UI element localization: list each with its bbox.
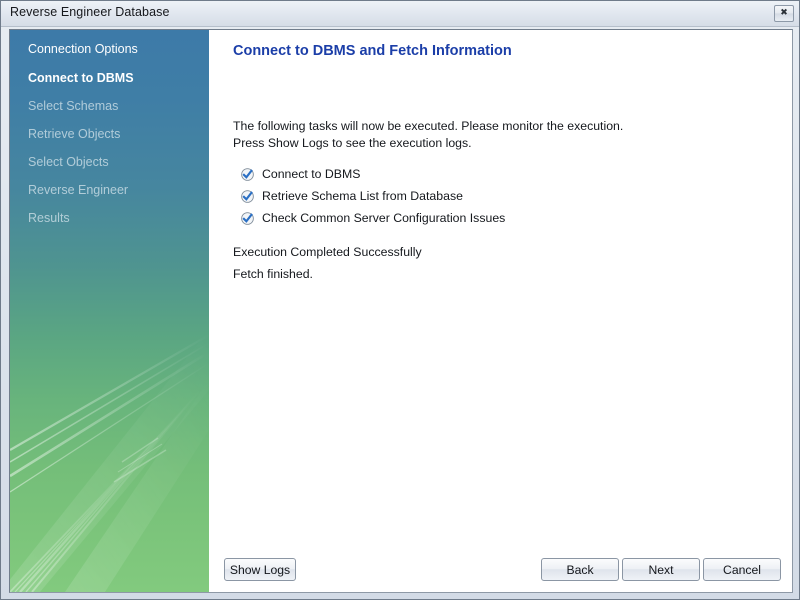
wizard-steps-sidebar: Connection Options Connect to DBMS Selec… (10, 30, 209, 592)
close-icon: ✖ (780, 8, 788, 18)
main-content-panel: Connect to DBMS and Fetch Information Th… (209, 30, 792, 592)
sidebar-item-retrieve-objects[interactable]: Retrieve Objects (28, 127, 203, 141)
sidebar-item-select-objects[interactable]: Select Objects (28, 155, 203, 169)
next-button[interactable]: Next (622, 558, 700, 581)
sidebar-item-select-schemas[interactable]: Select Schemas (28, 99, 203, 113)
description-line-1: The following tasks will now be executed… (233, 119, 624, 133)
task-label: Check Common Server Configuration Issues (262, 211, 506, 225)
checkmark-icon (241, 211, 254, 225)
sidebar-item-label: Results (28, 211, 70, 225)
application-window: Reverse Engineer Database ✖ Connection O… (0, 0, 800, 600)
task-list: Connect to DBMS Retrieve Schema List fro… (241, 163, 761, 229)
sidebar-item-label: Connect to DBMS (28, 71, 134, 85)
window-title: Reverse Engineer Database (10, 5, 170, 19)
back-button[interactable]: Back (541, 558, 619, 581)
sidebar-item-label: Retrieve Objects (28, 127, 121, 141)
cancel-button[interactable]: Cancel (703, 558, 781, 581)
status-line-fetch: Fetch finished. (233, 267, 313, 281)
page-title: Connect to DBMS and Fetch Information (233, 43, 512, 59)
sidebar-item-connect-to-dbms[interactable]: Connect to DBMS (28, 71, 203, 85)
status-line-execution: Execution Completed Successfully (233, 245, 422, 259)
sidebar-item-label: Select Objects (28, 155, 109, 169)
sidebar-decoration (10, 330, 209, 592)
sidebar-item-connection-options[interactable]: Connection Options (28, 42, 203, 56)
checkmark-icon (241, 167, 254, 181)
sidebar-item-label: Reverse Engineer (28, 183, 129, 197)
dialog-client-area: Connection Options Connect to DBMS Selec… (9, 29, 793, 593)
description-line-2: Press Show Logs to see the execution log… (233, 135, 472, 150)
task-row: Connect to DBMS (241, 163, 761, 185)
title-bar: Reverse Engineer Database ✖ (1, 1, 799, 27)
task-label: Connect to DBMS (262, 167, 361, 181)
page-description: The following tasks will now be executed… (233, 118, 773, 151)
sidebar-item-results[interactable]: Results (28, 211, 203, 225)
task-row: Check Common Server Configuration Issues (241, 207, 761, 229)
task-label: Retrieve Schema List from Database (262, 189, 463, 203)
sidebar-item-reverse-engineer[interactable]: Reverse Engineer (28, 183, 203, 197)
sidebar-item-label: Select Schemas (28, 99, 119, 113)
sidebar-item-label: Connection Options (28, 42, 138, 56)
status-block: Execution Completed Successfully Fetch f… (233, 241, 753, 285)
close-button[interactable]: ✖ (774, 5, 794, 22)
task-row: Retrieve Schema List from Database (241, 185, 761, 207)
show-logs-button[interactable]: Show Logs (224, 558, 296, 581)
checkmark-icon (241, 189, 254, 203)
